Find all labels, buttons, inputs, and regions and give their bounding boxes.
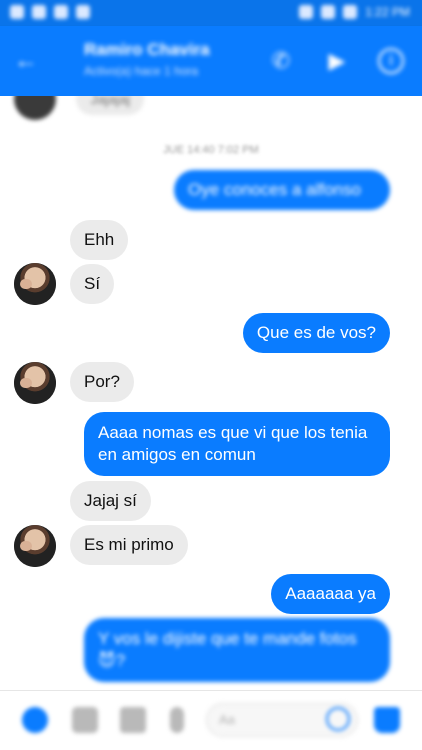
avatar-hand-detail [20, 279, 32, 289]
message-list[interactable]: Jajajaj JUE 14:40 7:02 PM Oye conoces a … [0, 96, 422, 690]
active-status: Activo(a) hace 1 hora [84, 64, 199, 78]
messenger-notification-icon-2 [76, 5, 90, 19]
status-right-icons: 1:22 PM [299, 5, 410, 19]
video-call-icon[interactable]: ▶ [322, 46, 352, 76]
emoji-icon[interactable] [326, 707, 350, 731]
outgoing-message[interactable]: Oye conoces a alfonso [174, 170, 390, 210]
phone-call-icon[interactable]: ✆ [266, 46, 296, 76]
conversation-header: ← Ramiro Chavira Activo(a) hace 1 hora ✆… [0, 26, 422, 96]
composer-row: Aa [0, 691, 422, 750]
contact-avatar [14, 96, 56, 120]
back-arrow-icon[interactable]: ← [14, 48, 40, 74]
contact-name: Ramiro Chavira [84, 40, 210, 59]
outgoing-message[interactable]: Aaaaaaa ya [271, 574, 390, 614]
outgoing-message[interactable]: Que es de vos? [242, 313, 390, 353]
signal-icon [343, 5, 358, 19]
microphone-icon[interactable] [170, 707, 184, 733]
status-time: 1:22 PM [365, 5, 410, 19]
vibrate-icon [299, 5, 314, 19]
outgoing-message[interactable]: Aaaa nomas es que vi que los tenia en am… [84, 412, 390, 476]
message-timestamp: JUE 14:40 7:02 PM [163, 144, 259, 156]
incoming-message[interactable]: Sí [70, 264, 115, 304]
outgoing-message[interactable]: Y vos le dijiste que te mande fotos😈? [84, 618, 390, 682]
incoming-message[interactable]: Jajaj sí [70, 481, 151, 521]
avatar-hand-detail [20, 378, 32, 388]
contact-avatar[interactable] [14, 362, 56, 404]
contact-avatar[interactable] [14, 263, 56, 305]
info-icon[interactable]: i [378, 48, 404, 74]
contact-avatar[interactable] [14, 525, 56, 567]
incoming-message[interactable]: Por? [70, 362, 134, 402]
status-bar: 1:22 PM [0, 0, 422, 26]
status-left-icons [10, 5, 90, 19]
messenger-notification-icon [10, 5, 24, 19]
incoming-message[interactable]: Es mi primo [70, 525, 188, 565]
incoming-message: Jajajaj [76, 96, 145, 115]
contact-title-block[interactable]: Ramiro Chavira Activo(a) hace 1 hora [84, 40, 210, 78]
message-input-placeholder: Aa [219, 712, 235, 727]
facebook-notification-icon [54, 5, 68, 19]
avatar-hand-detail [20, 541, 32, 551]
more-options-icon[interactable] [22, 707, 48, 733]
incoming-message[interactable]: Ehh [70, 220, 129, 260]
partial-message-row: Jajajaj [14, 96, 145, 120]
message-composer: Aa [0, 690, 422, 750]
gallery-icon[interactable] [120, 707, 146, 733]
thumbs-up-icon[interactable] [374, 707, 400, 733]
gallery-notification-icon [32, 5, 46, 19]
wifi-icon [321, 5, 336, 19]
camera-icon[interactable] [72, 707, 98, 733]
